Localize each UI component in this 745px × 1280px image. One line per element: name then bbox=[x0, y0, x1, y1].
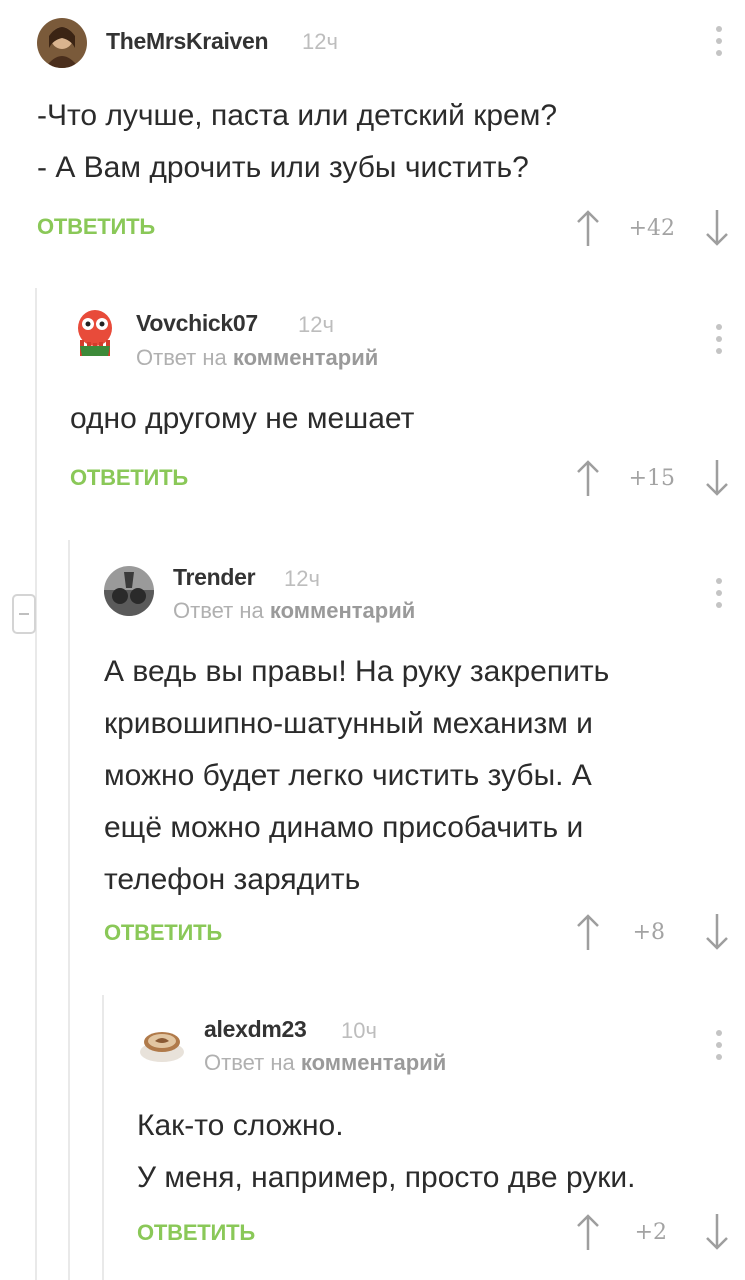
avatar[interactable] bbox=[37, 18, 87, 68]
reply-button[interactable]: ОТВЕТИТЬ bbox=[37, 214, 155, 240]
arrow-down-icon[interactable] bbox=[703, 458, 731, 498]
comment-text: А ведь вы правы! На руку закрепить криво… bbox=[104, 646, 609, 906]
timestamp: 12ч bbox=[284, 566, 320, 591]
reply-target[interactable]: комментарий bbox=[270, 598, 415, 623]
reply-button[interactable]: ОТВЕТИТЬ bbox=[104, 920, 222, 946]
avatar[interactable] bbox=[70, 306, 120, 356]
comment-line: А ведь вы правы! На руку закрепить bbox=[104, 655, 610, 688]
username[interactable]: alexdm23 bbox=[204, 1016, 307, 1043]
comment-line: кривошипно-шатунный механизм и bbox=[104, 707, 593, 740]
timestamp: 12ч bbox=[302, 29, 338, 54]
username[interactable]: Vovchick07 bbox=[136, 310, 258, 337]
arrow-up-icon[interactable] bbox=[574, 208, 602, 248]
reply-to-label[interactable]: Ответ на комментарий bbox=[136, 345, 378, 371]
reply-button[interactable]: ОТВЕТИТЬ bbox=[137, 1220, 255, 1246]
thread-line-level-2 bbox=[68, 540, 70, 1280]
avatar[interactable] bbox=[104, 566, 154, 616]
reply-to-label[interactable]: Ответ на комментарий bbox=[173, 598, 415, 624]
comment-line: - А Вам дрочить или зубы чистить? bbox=[37, 151, 529, 184]
comment-line: телефон зарядить bbox=[104, 863, 361, 896]
comment-alexdm23: alexdm23 10ч Ответ на комментарий Как-то… bbox=[137, 1012, 745, 1262]
timestamp: 10ч bbox=[341, 1018, 377, 1043]
comment-line: ещё можно динамо присобачить и bbox=[104, 811, 584, 844]
comment-line: У меня, например, просто две руки. bbox=[137, 1161, 636, 1194]
comment-text: -Что лучше, паста или детский крем? - А … bbox=[37, 90, 557, 194]
avatar[interactable] bbox=[137, 1018, 187, 1068]
comment-trender: Trender 12ч Ответ на комментарий А ведь … bbox=[104, 558, 745, 958]
reply-button[interactable]: ОТВЕТИТЬ bbox=[70, 465, 188, 491]
arrow-up-icon[interactable] bbox=[574, 1212, 602, 1252]
arrow-up-icon[interactable] bbox=[574, 458, 602, 498]
comment-line: Как-то сложно. bbox=[137, 1109, 344, 1142]
arrow-down-icon[interactable] bbox=[703, 1212, 731, 1252]
comment-text: Как-то сложно. У меня, например, просто … bbox=[137, 1100, 636, 1204]
comment-line: одно другому не мешает bbox=[70, 402, 415, 435]
comment-vovchick07: Vovchick07 12ч Ответ на комментарий одно… bbox=[70, 300, 745, 510]
reply-prefix: Ответ на bbox=[136, 345, 227, 370]
reply-to-label[interactable]: Ответ на комментарий bbox=[204, 1050, 446, 1076]
username[interactable]: TheMrsKraiven bbox=[106, 28, 269, 55]
comment-text: одно другому не мешает bbox=[70, 393, 414, 445]
collapse-minus-icon[interactable] bbox=[12, 594, 36, 634]
reply-prefix: Ответ на bbox=[204, 1050, 295, 1075]
username[interactable]: Trender bbox=[173, 564, 256, 591]
reply-prefix: Ответ на bbox=[173, 598, 264, 623]
arrow-up-icon[interactable] bbox=[574, 912, 602, 952]
comment-themrskraiven: TheMrsKraiven 12ч -Что лучше, паста или … bbox=[37, 14, 745, 264]
score: +2 bbox=[634, 1220, 667, 1245]
arrow-down-icon[interactable] bbox=[703, 912, 731, 952]
kebab-menu-icon[interactable] bbox=[715, 1030, 723, 1066]
timestamp: 12ч bbox=[298, 312, 334, 337]
kebab-menu-icon[interactable] bbox=[715, 578, 723, 614]
score: +15 bbox=[628, 466, 675, 491]
thread-line-level-3 bbox=[102, 995, 104, 1280]
score: +8 bbox=[632, 920, 665, 945]
kebab-menu-icon[interactable] bbox=[715, 324, 723, 360]
kebab-menu-icon[interactable] bbox=[715, 26, 723, 62]
reply-target[interactable]: комментарий bbox=[301, 1050, 446, 1075]
arrow-down-icon[interactable] bbox=[703, 208, 731, 248]
reply-target[interactable]: комментарий bbox=[233, 345, 378, 370]
score: +42 bbox=[628, 216, 675, 241]
comment-line: -Что лучше, паста или детский крем? bbox=[37, 99, 558, 132]
comment-line: можно будет легко чистить зубы. А bbox=[104, 759, 592, 792]
thread-line-level-1 bbox=[35, 288, 37, 1280]
